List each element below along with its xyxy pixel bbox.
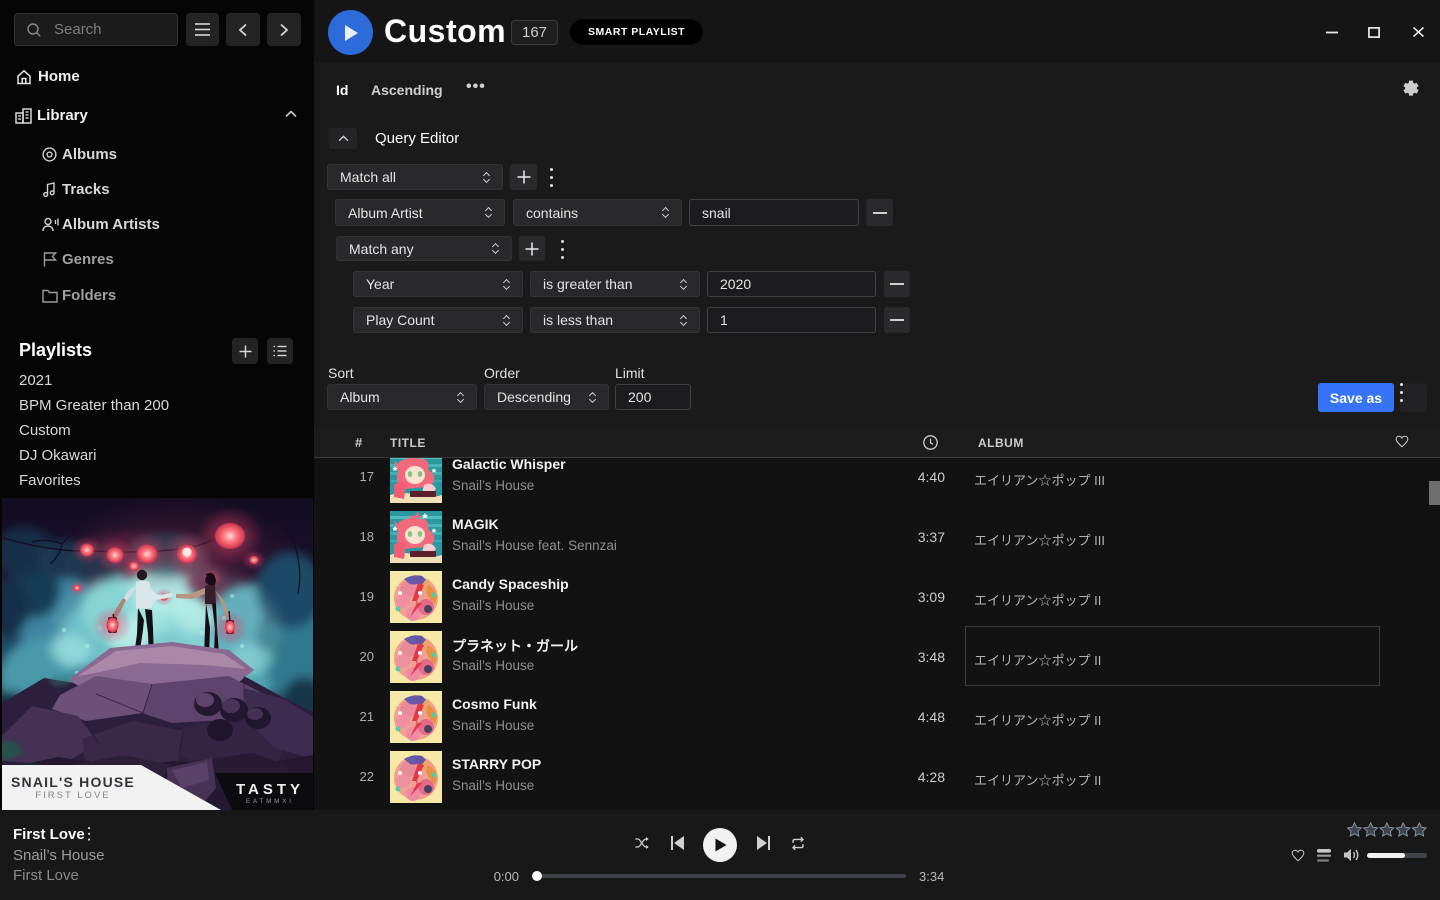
svg-text:TASTY: TASTY: [236, 781, 304, 798]
svg-text:EATMMXI: EATMMXI: [246, 799, 294, 805]
svg-text:FIRST LOVE: FIRST LOVE: [35, 790, 110, 801]
svg-text:SNAIL'S HOUSE: SNAIL'S HOUSE: [11, 774, 135, 790]
